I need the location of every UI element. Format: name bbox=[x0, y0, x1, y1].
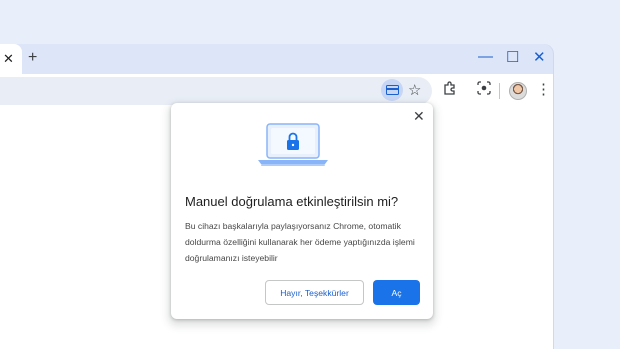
avatar[interactable] bbox=[509, 82, 527, 100]
active-tab[interactable]: ✕ bbox=[0, 44, 22, 74]
decline-button[interactable]: Hayır, Teşekkürler bbox=[265, 280, 364, 305]
minimize-icon[interactable]: — bbox=[478, 48, 493, 65]
close-icon[interactable]: ✕ bbox=[413, 108, 425, 125]
window-close-icon[interactable]: ✕ bbox=[533, 48, 546, 66]
tab-strip: ✕ + — ☐ ✕ bbox=[0, 44, 553, 74]
laptop-lock-icon bbox=[258, 123, 328, 166]
maximize-icon[interactable]: ☐ bbox=[506, 48, 519, 66]
new-tab-icon[interactable]: + bbox=[28, 49, 37, 67]
dialog-title: Manuel doğrulama etkinleştirilsin mi? bbox=[185, 194, 399, 209]
toolbar-divider bbox=[499, 83, 500, 99]
more-icon[interactable]: ⋮ bbox=[536, 80, 551, 98]
tab-close-icon[interactable]: ✕ bbox=[3, 51, 14, 67]
address-bar[interactable]: ☆ bbox=[0, 77, 432, 105]
star-icon[interactable]: ☆ bbox=[408, 81, 421, 99]
lens-icon[interactable] bbox=[477, 81, 491, 98]
credit-card-icon[interactable] bbox=[381, 79, 403, 101]
accept-button[interactable]: Aç bbox=[373, 280, 420, 305]
manual-verification-dialog: ✕ Manuel doğrulama etkinleştirilsin mi? … bbox=[171, 103, 433, 319]
extensions-icon[interactable] bbox=[443, 81, 457, 98]
dialog-description: Bu cihazı başkalarıyla paylaşıyorsanız C… bbox=[185, 221, 415, 263]
